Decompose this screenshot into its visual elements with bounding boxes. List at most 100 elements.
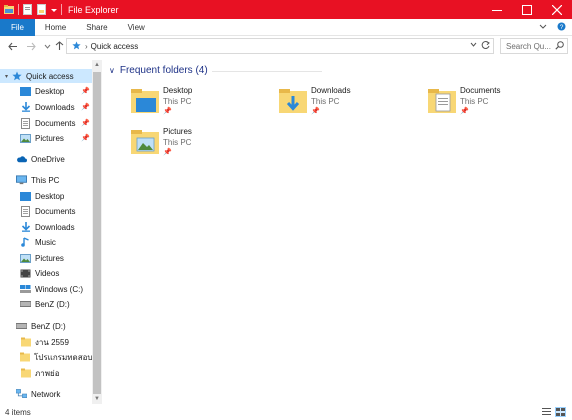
dropdown-icon[interactable] — [51, 4, 57, 15]
pictures-icon — [20, 133, 31, 143]
pictures-icon — [20, 253, 31, 263]
details-view-icon — [542, 408, 551, 415]
nav-label: ภาพย่อ — [35, 368, 60, 378]
close-button[interactable] — [542, 0, 572, 19]
nav-pc-benz-d[interactable]: BenZ (D:) — [20, 297, 92, 311]
chevron-down-icon[interactable]: ∨ — [109, 66, 115, 75]
nav-label: Network — [31, 389, 61, 399]
folder-name: Documents — [460, 86, 501, 95]
separator — [18, 4, 19, 15]
nav-qa-documents[interactable]: Documents 📌 — [20, 116, 92, 130]
nav-network[interactable]: Network — [16, 387, 92, 401]
nav-qa-downloads[interactable]: Downloads 📌 — [20, 100, 92, 114]
search-icon — [555, 41, 564, 52]
tab-view[interactable]: View — [118, 19, 155, 36]
refresh-button[interactable] — [480, 40, 491, 53]
videos-icon — [20, 268, 31, 278]
maximize-button[interactable] — [512, 0, 542, 19]
pin-icon: 📌 — [460, 108, 469, 115]
nav-drive-folder-1[interactable]: งาน 2559 — [20, 335, 92, 349]
tiles-view-button[interactable] — [555, 407, 566, 417]
folder-tile-desktop[interactable]: Desktop This PC 📌 — [131, 86, 271, 126]
download-icon — [20, 222, 31, 232]
window-controls — [482, 0, 572, 19]
group-header[interactable]: ∨ Frequent folders (4) — [109, 65, 208, 76]
nav-pc-windows-c[interactable]: Windows (C:) — [20, 282, 92, 296]
folder-location: This PC — [163, 138, 192, 147]
file-explorer-icon — [4, 4, 14, 15]
forward-button[interactable] — [24, 39, 38, 53]
folder-name: Pictures — [163, 127, 192, 136]
folder-icon — [20, 337, 31, 347]
svg-text:?: ? — [560, 24, 564, 31]
folder-location: This PC — [460, 97, 489, 106]
nav-label: Music — [35, 237, 56, 247]
nav-this-pc[interactable]: This PC — [16, 173, 92, 187]
pin-icon: 📌 — [81, 88, 90, 95]
nav-label: Windows (C:) — [35, 284, 84, 294]
tab-share[interactable]: Share — [76, 19, 117, 36]
nav-drive-benz-d[interactable]: BenZ (D:) — [16, 319, 92, 333]
nav-label: BenZ (D:) — [31, 321, 66, 331]
pin-icon: 📌 — [311, 108, 320, 115]
scrollbar-thumb[interactable] — [93, 72, 101, 394]
chevron-expanded-icon[interactable]: ▾ — [5, 73, 8, 80]
nav-label: OneDrive — [31, 154, 65, 164]
nav-drive-folder-3[interactable]: ภาพย่อ — [20, 366, 92, 380]
scroll-down-icon[interactable]: ▼ — [92, 394, 102, 404]
breadcrumb[interactable]: Quick access — [91, 42, 139, 51]
address-bar[interactable]: › Quick access — [66, 38, 494, 54]
nav-pc-desktop[interactable]: Desktop — [20, 189, 92, 203]
nav-drive-folder-2[interactable]: โปรแกรมทดสอบ N — [20, 350, 92, 364]
quick-access-toolbar — [0, 0, 62, 19]
details-view-button[interactable] — [541, 407, 552, 417]
nav-quick-access[interactable]: ▾ Quick access — [0, 69, 92, 83]
search-input[interactable]: Search Qu... — [500, 38, 568, 54]
nav-label: Quick access — [26, 71, 74, 81]
nav-qa-desktop[interactable]: Desktop 📌 — [20, 84, 92, 98]
ribbon-tabs: File Home Share View ? — [0, 18, 572, 36]
nav-scrollbar[interactable]: ▲ ▼ — [92, 60, 102, 404]
documents-folder-icon — [428, 89, 456, 113]
properties-icon[interactable] — [23, 4, 33, 15]
nav-label: Documents — [35, 118, 76, 128]
nav-pc-documents[interactable]: Documents — [20, 204, 92, 218]
folder-tile-downloads[interactable]: Downloads This PC 📌 — [279, 86, 419, 126]
nav-label: This PC — [31, 175, 60, 185]
tab-file[interactable]: File — [0, 18, 35, 36]
desktop-icon — [20, 191, 31, 201]
address-dropdown-icon[interactable] — [470, 42, 477, 49]
scroll-up-icon[interactable]: ▲ — [92, 60, 102, 70]
nav-pc-videos[interactable]: Videos — [20, 266, 92, 280]
pin-icon: 📌 — [163, 149, 172, 156]
nav-qa-pictures[interactable]: Pictures 📌 — [20, 131, 92, 145]
back-button[interactable] — [6, 39, 20, 53]
minimize-button[interactable] — [482, 0, 512, 19]
nav-pc-music[interactable]: Music — [20, 235, 92, 249]
separator — [61, 4, 62, 15]
folder-tile-pictures[interactable]: Pictures This PC 📌 — [131, 127, 271, 167]
up-button[interactable] — [52, 39, 66, 53]
music-icon — [20, 237, 31, 247]
window-title: File Explorer — [68, 4, 119, 15]
address-row: › Quick access Search Qu... — [0, 36, 572, 57]
navigation-pane: ▾ Quick access Desktop 📌 Downloads 📌 Doc… — [0, 60, 92, 404]
nav-pc-downloads[interactable]: Downloads — [20, 220, 92, 234]
folder-name: Downloads — [311, 86, 351, 95]
downloads-folder-icon — [279, 89, 307, 113]
search-placeholder: Search Qu... — [506, 41, 551, 51]
help-icon[interactable]: ? — [557, 22, 566, 33]
nav-onedrive[interactable]: OneDrive — [16, 152, 92, 166]
tab-home[interactable]: Home — [35, 19, 76, 36]
nav-label: Pictures — [35, 253, 64, 263]
nav-pc-pictures[interactable]: Pictures — [20, 251, 92, 265]
computer-icon — [16, 175, 27, 185]
pin-icon: 📌 — [81, 104, 90, 111]
expand-ribbon-icon[interactable] — [539, 23, 547, 32]
tiles-view-icon — [556, 408, 565, 416]
documents-icon — [20, 205, 31, 217]
new-folder-icon[interactable] — [37, 4, 47, 15]
folder-tile-documents[interactable]: Documents This PC 📌 — [428, 86, 568, 126]
pin-icon: 📌 — [81, 135, 90, 142]
status-bar: 4 items — [0, 404, 572, 420]
